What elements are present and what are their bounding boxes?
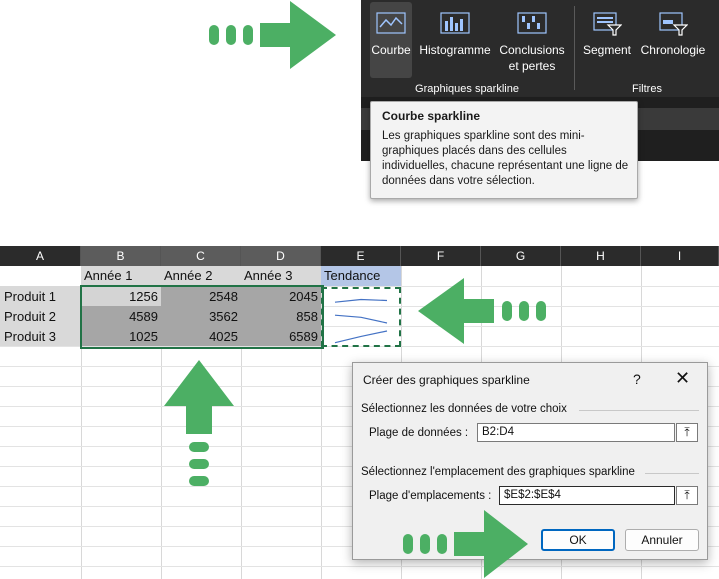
column-header-g[interactable]: G <box>481 246 561 266</box>
header-cell-tendance[interactable]: Tendance <box>321 266 401 286</box>
sparkline-tooltip: Courbe sparkline Les graphiques sparklin… <box>370 101 638 199</box>
cancel-button[interactable]: Annuler <box>625 529 699 551</box>
help-icon[interactable]: ? <box>633 371 641 387</box>
timeline-icon <box>659 12 688 36</box>
close-icon[interactable]: ✕ <box>675 368 690 389</box>
data-cell-d2[interactable]: 2045 <box>241 287 321 307</box>
data-cell-c3[interactable]: 3562 <box>161 307 241 327</box>
header-cell-annee-3[interactable]: Année 3 <box>244 266 321 286</box>
tooltip-body: Les graphiques sparkline sont des mini-g… <box>382 130 629 187</box>
column-sparkline-button[interactable]: Histogramme <box>417 2 493 78</box>
row-label-produit-2[interactable]: Produit 2 <box>4 307 81 327</box>
win-loss-sparkline-button[interactable]: Conclusions et pertes <box>496 2 568 78</box>
location-range-label: Plage d'emplacements : <box>369 490 492 502</box>
ribbon-separator <box>574 6 575 90</box>
column-header-d[interactable]: D <box>241 246 321 266</box>
dialog-title: Créer des graphiques sparkline <box>363 373 530 387</box>
column-header-b[interactable]: B <box>81 246 161 266</box>
column-header-i[interactable]: I <box>641 246 719 266</box>
slicer-button[interactable]: Segment <box>581 2 633 78</box>
tooltip-title: Courbe sparkline <box>382 109 481 123</box>
header-cell-annee-2[interactable]: Année 2 <box>164 266 241 286</box>
column-header-c[interactable]: C <box>161 246 241 266</box>
ribbon: Courbe Histogramme Conclusions et pertes <box>361 0 719 97</box>
column-sparkline-label: Histogramme <box>419 43 491 57</box>
section-data-label: Sélectionnez les données de votre choix <box>361 403 567 415</box>
range-picker-icon[interactable]: ⤒ <box>676 486 698 505</box>
section-location-label: Sélectionnez l'emplacement des graphique… <box>361 466 635 478</box>
timeline-label: Chronologie <box>640 43 706 57</box>
data-range-label: Plage de données : <box>369 427 469 439</box>
column-header-h[interactable]: H <box>561 246 641 266</box>
section-divider <box>645 473 699 474</box>
data-cell-b2[interactable]: 1256 <box>81 287 161 307</box>
sparkline-row-3 <box>334 330 388 344</box>
data-range-input[interactable]: B2:D4 <box>477 423 675 442</box>
column-sparkline-icon <box>440 12 470 34</box>
arrow-left-middle-icon <box>418 278 548 344</box>
data-cell-c2[interactable]: 2548 <box>161 287 241 307</box>
location-range-input[interactable]: $E$2:$E$4 <box>499 486 675 505</box>
data-cell-d3[interactable]: 858 <box>241 307 321 327</box>
gridline <box>0 566 719 567</box>
column-header-a[interactable]: A <box>0 246 81 266</box>
range-picker-icon[interactable]: ⤒ <box>676 423 698 442</box>
column-header-e[interactable]: E <box>321 246 401 266</box>
section-divider <box>579 410 699 411</box>
header-cell-annee-1[interactable]: Année 1 <box>84 266 161 286</box>
data-cell-c4[interactable]: 4025 <box>161 327 241 347</box>
line-sparkline-label: Courbe <box>371 43 411 57</box>
data-cell-b4[interactable]: 1025 <box>81 327 161 347</box>
data-cell-b3[interactable]: 4589 <box>81 307 161 327</box>
slicer-icon <box>593 12 622 36</box>
group-sparklines-label: Graphiques sparkline <box>415 83 519 95</box>
arrow-right-top-icon <box>208 1 338 71</box>
win-loss-sparkline-icon <box>517 12 547 34</box>
sparkline-row-2 <box>334 314 388 324</box>
arrow-up-icon <box>164 360 234 488</box>
sparklines-area[interactable] <box>321 287 401 347</box>
win-loss-sparkline-label: Conclusions et pertes <box>499 43 565 73</box>
sparkline-row-1 <box>334 298 388 303</box>
row-label-produit-3[interactable]: Produit 3 <box>4 327 81 347</box>
group-filters-label: Filtres <box>632 83 662 95</box>
slicer-label: Segment <box>582 43 632 57</box>
row-label-produit-1[interactable]: Produit 1 <box>4 287 81 307</box>
line-sparkline-button[interactable]: Courbe <box>370 2 412 78</box>
column-header-f[interactable]: F <box>401 246 481 266</box>
data-cell-d4[interactable]: 6589 <box>241 327 321 347</box>
timeline-button[interactable]: Chronologie <box>637 2 709 78</box>
arrow-right-bottom-icon <box>402 508 530 578</box>
line-sparkline-icon <box>376 12 406 34</box>
ok-button[interactable]: OK <box>541 529 615 551</box>
